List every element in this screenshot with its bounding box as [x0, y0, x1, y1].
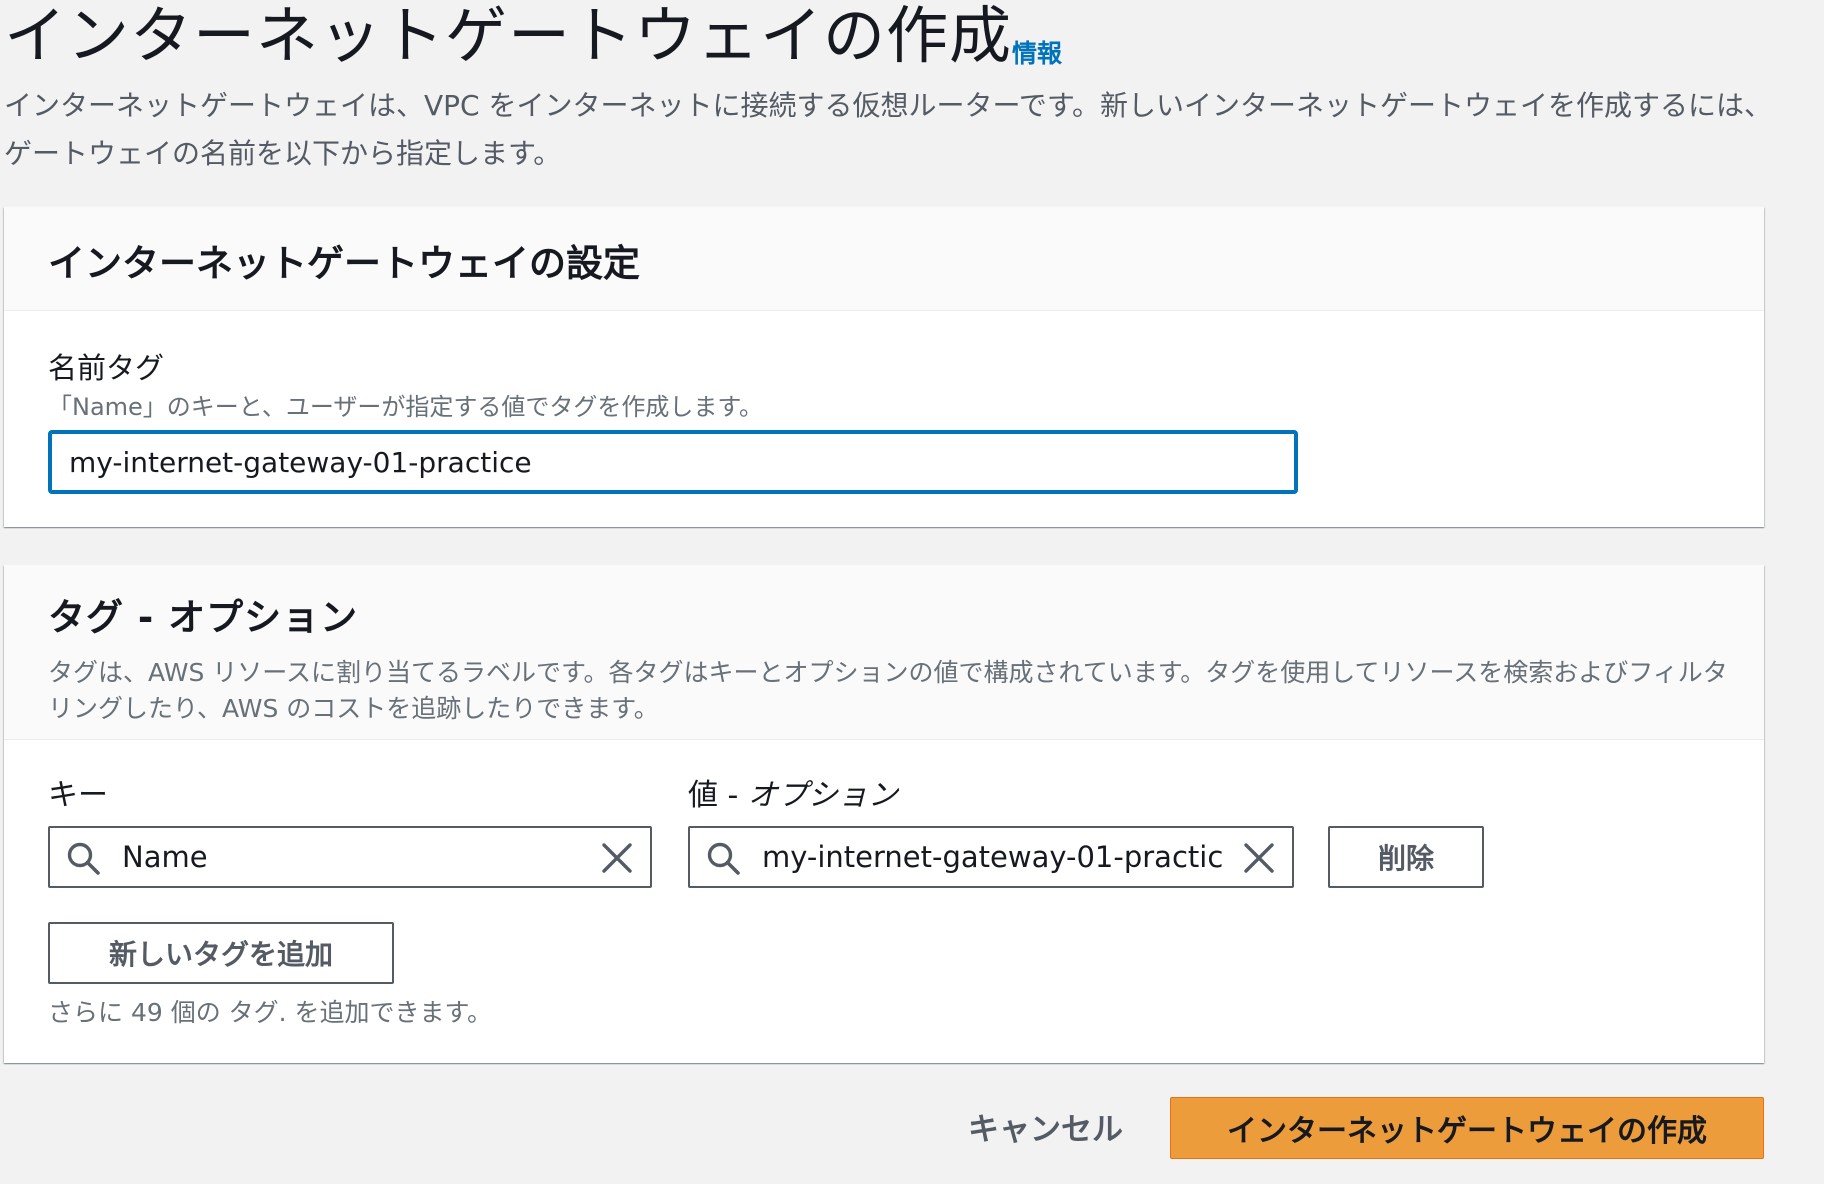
tag-value-value: my-internet-gateway-01-practice — [762, 840, 1222, 874]
tags-panel-description: タグは、AWS リソースに割り当てるラベルです。各タグはキーとオプションの値で構… — [48, 658, 1728, 723]
page-title: インターネットゲートウェイの作成 — [4, 0, 1013, 72]
tags-panel: タグ - オプション タグは、AWS リソースに割り当てるラベルです。各タグはキ… — [4, 565, 1764, 1063]
name-tag-input[interactable] — [48, 430, 1298, 494]
name-tag-label: 名前タグ — [48, 351, 165, 385]
settings-panel-header: インターネットゲートウェイの設定 — [4, 207, 1764, 311]
search-icon — [707, 842, 740, 875]
tag-value-label: 値 - オプション — [688, 770, 898, 814]
tag-value-label-main: 値 - — [688, 778, 748, 813]
cancel-button[interactable]: キャンセル — [968, 1104, 1123, 1149]
search-icon — [67, 842, 100, 875]
name-tag-description: 「Name」のキーと、ユーザーが指定する値でタグを作成します。 — [48, 393, 763, 421]
add-tag-button[interactable]: 新しいタグを追加 — [48, 922, 394, 984]
settings-panel-title: インターネットゲートウェイの設定 — [48, 242, 640, 285]
settings-panel: インターネットゲートウェイの設定 名前タグ 「Name」のキーと、ユーザーが指定… — [4, 207, 1764, 527]
create-internet-gateway-button[interactable]: インターネットゲートウェイの作成 — [1170, 1097, 1764, 1159]
tag-key-value: Name — [122, 840, 208, 874]
info-link[interactable]: 情報 — [1012, 34, 1062, 70]
tag-value-input[interactable]: my-internet-gateway-01-practice — [688, 826, 1294, 888]
tag-key-label: キー — [48, 778, 108, 813]
delete-tag-button[interactable]: 削除 — [1328, 826, 1484, 888]
close-icon[interactable] — [600, 841, 634, 875]
tag-key-input[interactable]: Name — [48, 826, 652, 888]
remaining-tags-text: さらに 49 個の タグ. を追加できます。 — [48, 998, 493, 1027]
page-description: インターネットゲートウェイは、VPC をインターネットに接続する仮想ルーターです… — [4, 89, 1773, 170]
tags-panel-title: タグ - オプション — [48, 596, 359, 639]
tag-value-label-optional: オプション — [747, 778, 898, 813]
tags-panel-header: タグ - オプション タグは、AWS リソースに割り当てるラベルです。各タグはキ… — [4, 565, 1764, 740]
close-icon[interactable] — [1242, 841, 1276, 875]
